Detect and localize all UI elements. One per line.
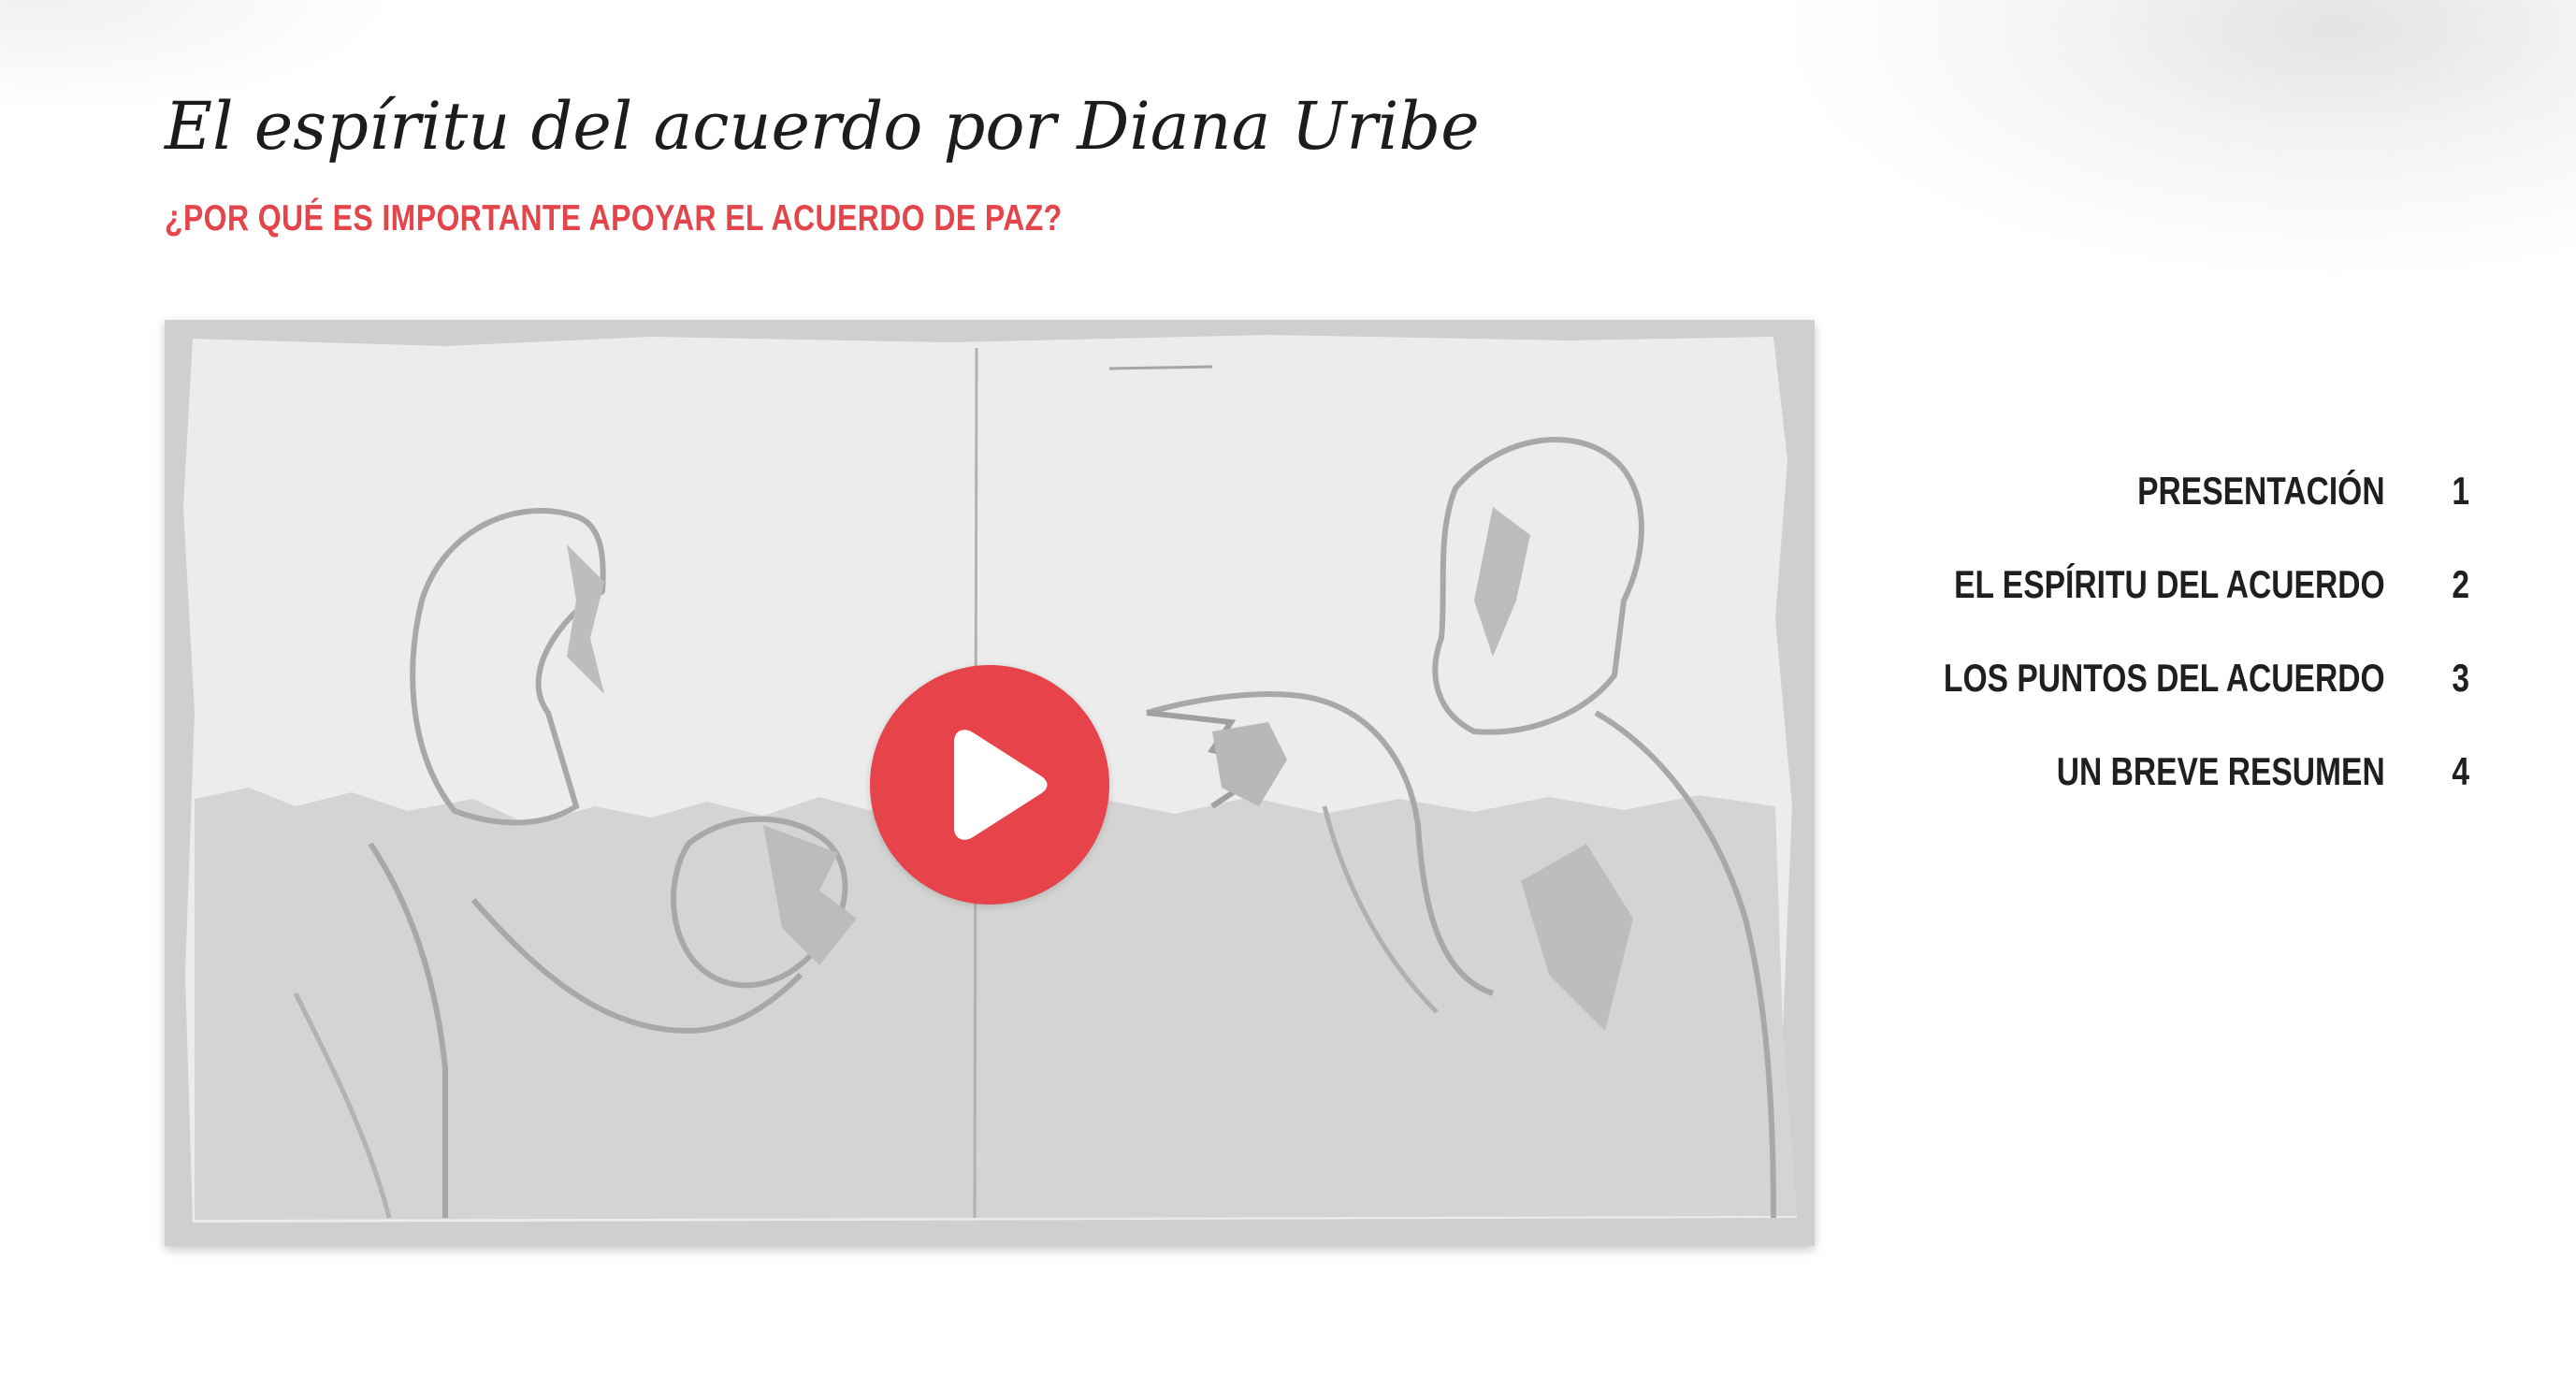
page-title: El espíritu del acuerdo por Diana Uribe bbox=[165, 88, 1480, 165]
play-icon bbox=[954, 730, 1048, 840]
page-subtitle: ¿POR QUÉ ES IMPORTANTE APOYAR EL ACUERDO… bbox=[165, 198, 1063, 239]
chapter-list: PRESENTACIÓN 1 EL ESPÍRITU DEL ACUERDO 2… bbox=[1908, 444, 2469, 818]
chapter-item-el-espiritu-del-acuerdo[interactable]: EL ESPÍRITU DEL ACUERDO 2 bbox=[1908, 538, 2469, 631]
video-player[interactable] bbox=[165, 320, 1815, 1246]
chapter-label: PRESENTACIÓN bbox=[2137, 469, 2385, 513]
chapter-label: LOS PUNTOS DEL ACUERDO bbox=[1944, 656, 2385, 700]
chapter-label: UN BREVE RESUMEN bbox=[2057, 749, 2385, 793]
chapter-item-presentacion[interactable]: PRESENTACIÓN 1 bbox=[1908, 444, 2469, 538]
play-button[interactable] bbox=[870, 665, 1109, 905]
background-texture bbox=[1777, 0, 2576, 281]
chapter-label: EL ESPÍRITU DEL ACUERDO bbox=[1954, 562, 2385, 606]
chapter-number: 4 bbox=[2452, 749, 2469, 793]
chapter-number: 2 bbox=[2452, 562, 2469, 606]
chapter-item-los-puntos-del-acuerdo[interactable]: LOS PUNTOS DEL ACUERDO 3 bbox=[1908, 631, 2469, 725]
chapter-number: 1 bbox=[2452, 469, 2469, 513]
chapter-number: 3 bbox=[2452, 656, 2469, 700]
chapter-item-un-breve-resumen[interactable]: UN BREVE RESUMEN 4 bbox=[1908, 725, 2469, 818]
